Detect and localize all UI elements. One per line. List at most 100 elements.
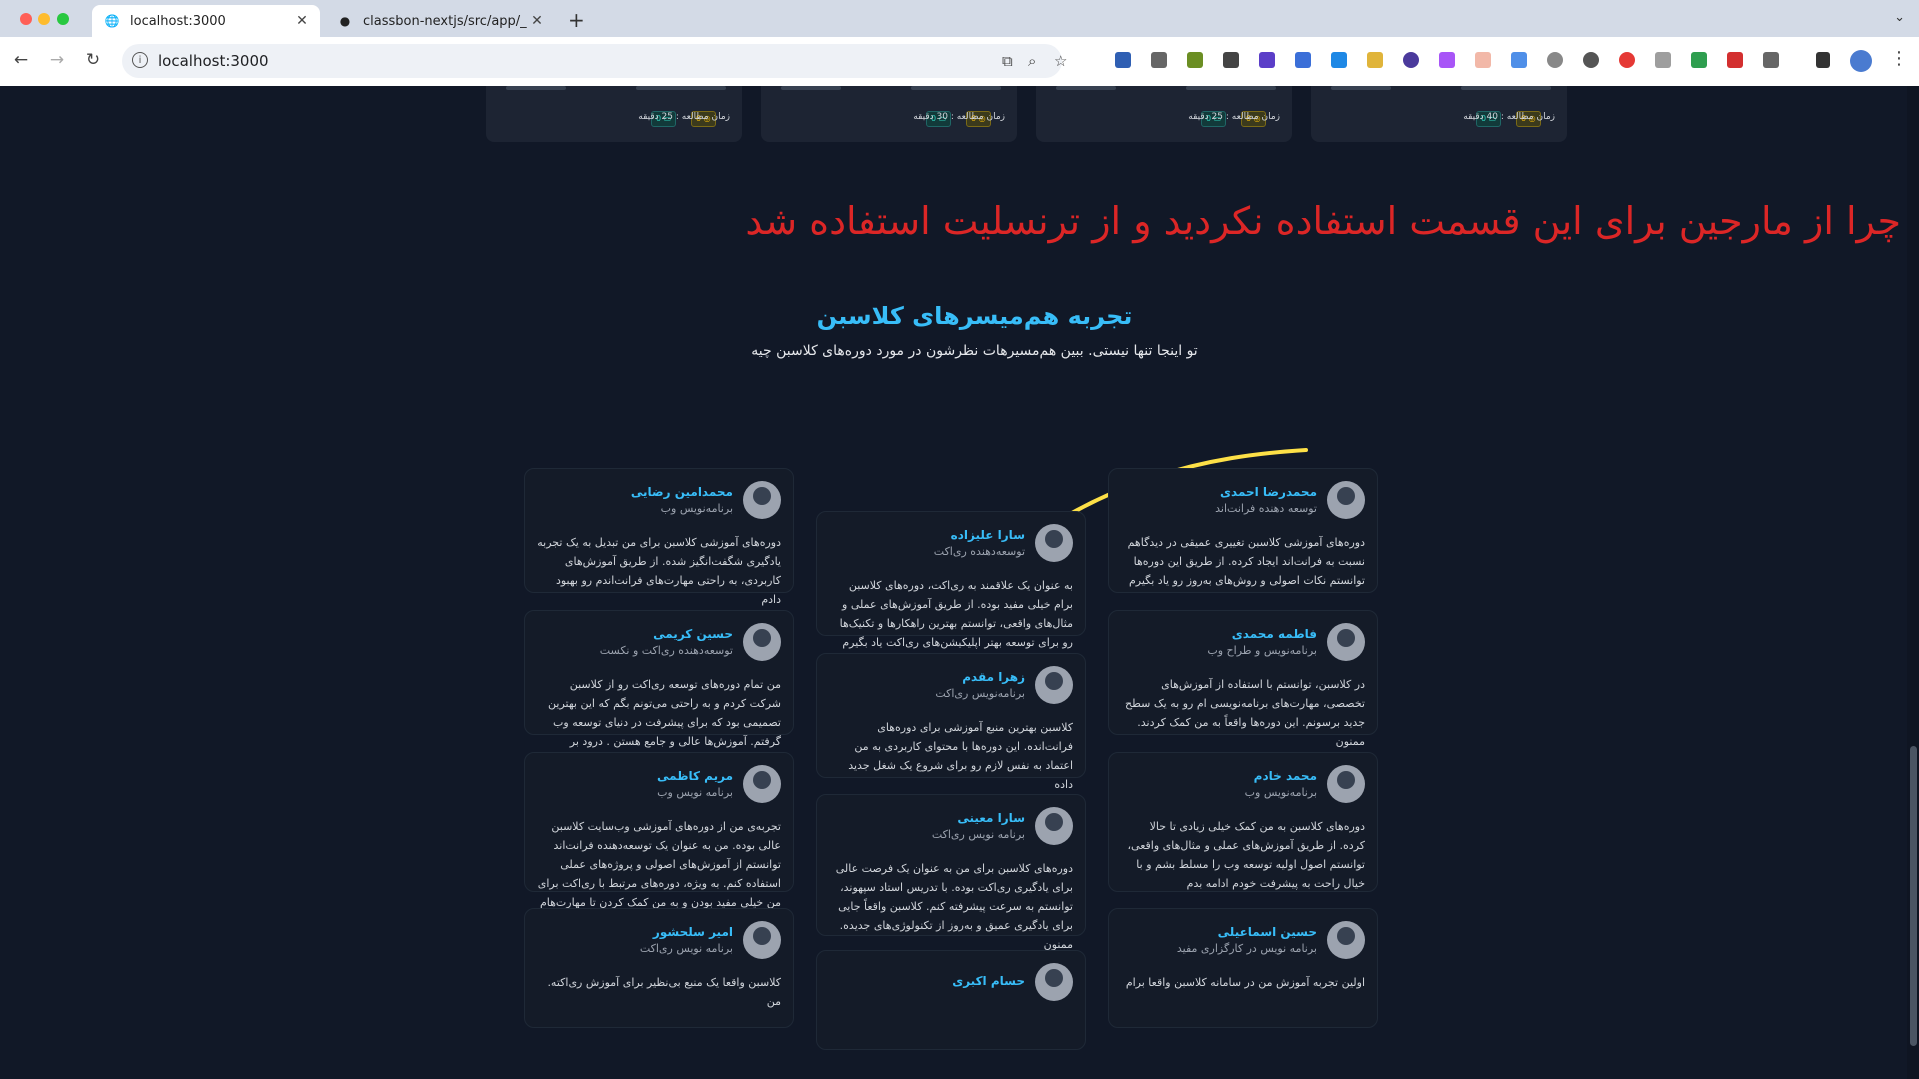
extension-icon[interactable] — [1187, 52, 1203, 68]
testimonial-name: امیر سلحشور — [652, 925, 733, 939]
section-title: تجربه هم‌میسرهای کلاسبن — [816, 302, 1133, 330]
testimonial-card: سارا علیزاده توسعه‌دهنده ری‌اکت به عنوان… — [816, 511, 1086, 649]
extension-icon[interactable] — [1547, 52, 1563, 68]
testimonial-author: حسین کریمی توسعه‌دهنده ری‌اکت و نکست — [600, 627, 733, 657]
testimonial-card: حسین کریمی توسعه‌دهنده ری‌اکت و نکست من … — [524, 610, 794, 767]
course-card[interactable]: 0 ◎ 0 ▭ زمان مطالعه : 25 دقیقه — [486, 86, 742, 142]
annotation-text: چرا از مارجین برای این قسمت استفاده نکرد… — [745, 199, 1901, 243]
card-divider — [1461, 86, 1551, 90]
testimonial-author: حسام اکبری — [952, 974, 1025, 991]
back-icon[interactable]: ← — [10, 50, 32, 70]
extension-icon[interactable] — [1151, 52, 1167, 68]
tab-localhost[interactable]: 🌐 localhost:3000 ✕ — [92, 5, 320, 37]
card-divider — [1186, 86, 1276, 90]
scrollbar-thumb[interactable] — [1910, 746, 1917, 1046]
testimonial-author: زهرا مقدم برنامه‌نویس ری‌اکت — [935, 670, 1025, 700]
zoom-icon[interactable]: ⌕ — [1028, 52, 1036, 70]
page-scrollbar[interactable] — [1907, 86, 1919, 1079]
testimonial-author: محمد خادم برنامه‌نویس وب — [1245, 769, 1317, 799]
tab-search-chevron-icon[interactable]: ⌄ — [1894, 10, 1905, 25]
testimonial-author: سارا علیزاده توسعه‌دهنده ری‌اکت — [934, 528, 1025, 558]
new-tab-button[interactable]: + — [568, 8, 585, 32]
sidepanel-icon[interactable] — [1816, 52, 1830, 68]
course-card[interactable]: 0 ◎ 0 ▭ زمان مطالعه : 25 دقیقه — [1036, 86, 1292, 142]
download-extension-icon[interactable] — [1331, 52, 1347, 68]
reading-time: زمان مطالعه : 30 دقیقه — [913, 112, 1005, 122]
extension-icon[interactable] — [1511, 52, 1527, 68]
testimonial-header: محمد خادم برنامه‌نویس وب — [1245, 765, 1365, 803]
globe-icon: 🌐 — [104, 14, 120, 28]
testimonial-header: سارا علیزاده توسعه‌دهنده ری‌اکت — [934, 524, 1073, 562]
extension-icon[interactable] — [1403, 52, 1419, 68]
extension-icon[interactable] — [1475, 52, 1491, 68]
course-card[interactable]: 0 ◎ 0 ▭ زمان مطالعه : 30 دقیقه — [761, 86, 1017, 142]
record-extension-icon[interactable] — [1727, 52, 1743, 68]
extension-icon[interactable] — [1115, 52, 1131, 68]
address-bar[interactable]: i localhost:3000 ⧉ ⌕ ☆ — [122, 44, 1067, 78]
testimonial-name: سارا علیزاده — [950, 528, 1025, 542]
testimonial-role: توسعه دهنده فرانت‌اند — [1215, 502, 1317, 515]
testimonial-author: سارا معینی برنامه نویس ری‌اکت — [932, 811, 1025, 841]
testimonial-header: امیر سلحشور برنامه نویس ری‌اکت — [640, 921, 781, 959]
testimonial-author: محمدرضا احمدی توسعه دهنده فرانت‌اند — [1215, 485, 1317, 515]
extension-icon[interactable] — [1367, 52, 1383, 68]
forward-icon[interactable]: → — [46, 50, 68, 70]
avatar — [1035, 963, 1073, 1001]
profile-avatar[interactable] — [1850, 50, 1872, 72]
shield-extension-icon[interactable] — [1691, 52, 1707, 68]
testimonial-header: محمدامین رضایی برنامه‌نویس وب — [631, 481, 781, 519]
testimonial-card: سارا معینی برنامه نویس ری‌اکت دوره‌های ک… — [816, 794, 1086, 951]
page-content: 0 ◎ 0 ▭ زمان مطالعه : 25 دقیقه 0 ◎ 0 ▭ ز… — [0, 86, 1919, 1079]
testimonial-name: محمدرضا احمدی — [1220, 485, 1317, 499]
avatar — [1327, 623, 1365, 661]
tab-strip: 🌐 localhost:3000 ✕ ● classbon-nextjs/src… — [0, 0, 1919, 37]
extension-icon[interactable] — [1295, 52, 1311, 68]
testimonial-card: فاطمه محمدی برنامه‌نویس و طراح وب در کلا… — [1108, 610, 1378, 748]
maximize-window-button[interactable] — [57, 13, 69, 25]
testimonial-name: محمد خادم — [1253, 769, 1317, 783]
avatar — [1035, 524, 1073, 562]
card-divider — [1331, 86, 1391, 90]
testimonial-role: برنامه نویس در کارگزاری مفید — [1176, 942, 1317, 955]
testimonial-card: محمد خادم برنامه‌نویس وب دوره‌های کلاسبن… — [1108, 752, 1378, 892]
extension-icon[interactable] — [1583, 52, 1599, 68]
testimonial-author: فاطمه محمدی برنامه‌نویس و طراح وب — [1207, 627, 1317, 657]
extension-icon[interactable] — [1259, 52, 1275, 68]
translate-icon[interactable]: ⧉ — [1002, 52, 1013, 70]
extensions-puzzle-icon[interactable] — [1763, 52, 1779, 68]
url-text: localhost:3000 — [158, 52, 269, 70]
tab-github[interactable]: ● classbon-nextjs/src/app/_com ✕ — [325, 5, 555, 37]
testimonial-card: حسام اکبری — [816, 950, 1086, 1050]
avatar — [1035, 666, 1073, 704]
close-tab-icon[interactable]: ✕ — [527, 13, 547, 29]
testimonial-text: به عنوان یک علاقمند به ری‌اکت، دوره‌های … — [839, 579, 1073, 649]
testimonial-text: در کلاسبن، توانستم با استفاده از آموزش‌ه… — [1125, 678, 1365, 748]
extension-icon[interactable] — [1439, 52, 1455, 68]
testimonial-text: کلاسبن بهترین منبع آموزشی برای دوره‌های … — [848, 721, 1073, 791]
close-window-button[interactable] — [20, 13, 32, 25]
testimonial-role: توسعه‌دهنده ری‌اکت — [933, 545, 1025, 558]
testimonial-card: حسین اسماعیلی برنامه نویس در کارگزاری مف… — [1108, 908, 1378, 1028]
course-card[interactable]: 0 ◎ 0 ▭ زمان مطالعه : 40 دقیقه — [1311, 86, 1567, 142]
testimonial-name: زهرا مقدم — [962, 670, 1025, 684]
testimonial-text: اولین تجربه آموزش من در سامانه کلاسبن وا… — [1125, 976, 1365, 989]
tab-title: classbon-nextjs/src/app/_com — [363, 13, 527, 29]
close-tab-icon[interactable]: ✕ — [292, 13, 312, 29]
reading-time: زمان مطالعه : 25 دقیقه — [1188, 112, 1280, 122]
card-divider — [636, 86, 726, 90]
site-info-icon[interactable]: i — [132, 52, 148, 68]
extension-icon[interactable] — [1655, 52, 1671, 68]
avatar — [1035, 807, 1073, 845]
testimonial-card: مریم کاظمی برنامه نویس وب تجربه‌ی من از … — [524, 752, 794, 928]
adblock-icon[interactable] — [1619, 52, 1635, 68]
testimonial-role: برنامه‌نویس و طراح وب — [1207, 644, 1317, 657]
extension-icon[interactable] — [1223, 52, 1239, 68]
testimonial-author: امیر سلحشور برنامه نویس ری‌اکت — [640, 925, 733, 955]
card-divider — [911, 86, 1001, 90]
browser-menu-icon[interactable]: ⋮ — [1890, 48, 1908, 69]
reload-icon[interactable]: ↻ — [82, 50, 104, 70]
bookmark-star-icon[interactable]: ☆ — [1054, 52, 1067, 70]
avatar — [1327, 765, 1365, 803]
minimize-window-button[interactable] — [38, 13, 50, 25]
testimonial-name: حسین کریمی — [653, 627, 733, 641]
